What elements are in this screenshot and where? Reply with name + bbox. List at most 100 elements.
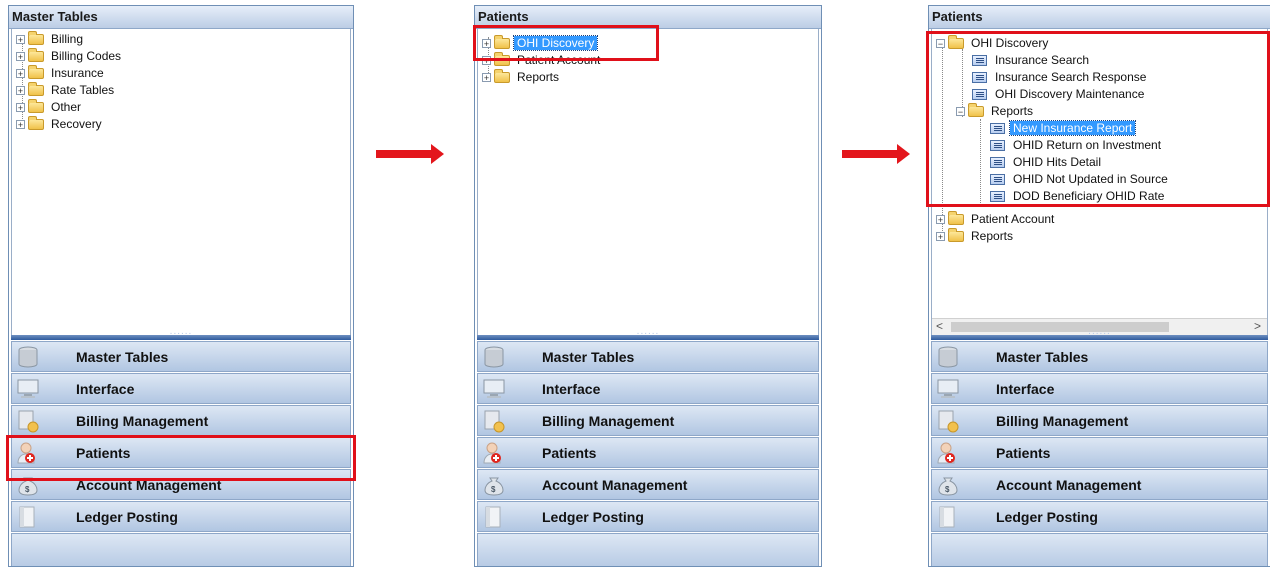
nav-label: Patients (76, 445, 131, 461)
folder-icon (968, 103, 984, 118)
nav-ledger-posting[interactable]: Ledger Posting (931, 501, 1268, 532)
nav-label: Billing Management (542, 413, 675, 429)
nav-label: Master Tables (542, 349, 635, 365)
tree-view: − OHI Discovery Insurance Search Insuranc… (931, 29, 1268, 335)
expand-icon[interactable]: + (482, 73, 491, 83)
tree-node-label: Reports (971, 229, 1014, 243)
expand-icon[interactable]: + (16, 52, 25, 62)
database-icon (938, 346, 958, 368)
splitter-handle[interactable] (11, 335, 351, 340)
money-bag-icon: $ (18, 477, 38, 496)
nav-patients[interactable]: Patients (11, 437, 351, 468)
folder-icon (948, 35, 964, 50)
tree-node-reports[interactable]: + Reports (936, 228, 1016, 245)
nav-account-management[interactable]: $ Account Management (11, 469, 351, 500)
nav-ledger-posting[interactable]: Ledger Posting (477, 501, 819, 532)
nav-label: Interface (542, 381, 601, 397)
folder-icon (28, 48, 44, 63)
billing-icon (18, 410, 39, 433)
document-icon (990, 140, 1005, 152)
panel-title: Master Tables (9, 6, 353, 29)
tree-node-label: Reports (517, 70, 560, 84)
tree-node-label: Other (51, 100, 82, 114)
tree-node-patient-account[interactable]: + Patient Account (482, 52, 603, 69)
nav-master-tables[interactable]: Master Tables (477, 341, 819, 372)
splitter-handle[interactable] (477, 335, 819, 340)
tree-node-billing-codes[interactable]: + Billing Codes (16, 48, 124, 65)
tree-node-label: Reports (991, 104, 1034, 118)
nav-label: Patients (542, 445, 597, 461)
patient-icon (483, 442, 501, 464)
tree-node-billing[interactable]: + Billing (16, 31, 86, 48)
tree-node-reports[interactable]: + Reports (482, 69, 562, 86)
expand-icon[interactable]: + (936, 232, 945, 242)
expand-icon[interactable]: + (16, 103, 25, 113)
panel-title: Patients (475, 6, 821, 29)
nav-interface[interactable]: Interface (931, 373, 1268, 404)
tree-node-new-insurance-report[interactable]: New Insurance Report (990, 120, 1137, 137)
tree-node-reports-folder[interactable]: − Reports (956, 103, 1036, 120)
tree-node-ohid-return-on-investment[interactable]: OHID Return on Investment (990, 137, 1164, 154)
folder-icon (948, 228, 964, 243)
nav-footer (477, 533, 819, 566)
tree-node-other[interactable]: + Other (16, 99, 84, 116)
nav-billing-management[interactable]: Billing Management (11, 405, 351, 436)
database-icon (18, 346, 38, 368)
nav-patients[interactable]: Patients (931, 437, 1268, 468)
ledger-icon (19, 506, 35, 528)
collapse-icon[interactable]: − (936, 39, 945, 49)
nav-ledger-posting[interactable]: Ledger Posting (11, 501, 351, 532)
tree-node-rate-tables[interactable]: + Rate Tables (16, 82, 117, 99)
collapse-icon[interactable]: − (956, 107, 965, 117)
nav-interface[interactable]: Interface (477, 373, 819, 404)
expand-icon[interactable]: + (482, 39, 491, 49)
folder-icon (494, 52, 510, 67)
document-icon (990, 157, 1005, 169)
folder-icon (28, 65, 44, 80)
tree-node-label: OHI Discovery (971, 36, 1049, 50)
scroll-left-icon[interactable]: < (936, 319, 943, 334)
tree-node-ohi-discovery-maintenance[interactable]: OHI Discovery Maintenance (972, 86, 1147, 103)
nav-interface[interactable]: Interface (11, 373, 351, 404)
tree-node-label: Insurance Search Response (995, 70, 1147, 84)
expand-icon[interactable]: + (16, 69, 25, 79)
nav-billing-management[interactable]: Billing Management (931, 405, 1268, 436)
tree-node-ohi-discovery[interactable]: − OHI Discovery (936, 35, 1051, 52)
money-bag-icon: $ (938, 477, 958, 496)
tree-node-insurance[interactable]: + Insurance (16, 65, 107, 82)
nav-label: Interface (76, 381, 135, 397)
nav-billing-management[interactable]: Billing Management (477, 405, 819, 436)
tree-node-insurance-search[interactable]: Insurance Search (972, 52, 1092, 69)
expand-icon[interactable]: + (16, 86, 25, 96)
expand-icon[interactable]: + (16, 120, 25, 130)
tree-node-label: OHID Return on Investment (1013, 138, 1162, 152)
document-icon (972, 55, 987, 67)
nav-account-management[interactable]: $ Account Management (477, 469, 819, 500)
splitter-handle[interactable] (931, 335, 1268, 340)
expand-icon[interactable]: + (936, 215, 945, 225)
tree-node-label: Recovery (51, 117, 102, 131)
expand-icon[interactable]: + (482, 56, 491, 66)
scroll-thumb[interactable] (951, 322, 1169, 332)
folder-icon (494, 69, 510, 84)
nav-label: Master Tables (996, 349, 1089, 365)
tree-node-label: Rate Tables (51, 83, 115, 97)
tree-node-ohi-discovery[interactable]: + OHI Discovery (482, 35, 599, 52)
nav-master-tables[interactable]: Master Tables (931, 341, 1268, 372)
nav-account-management[interactable]: $ Account Management (931, 469, 1268, 500)
patients-panel-expanded: Patients − OHI Discovery Insurance Search… (928, 5, 1270, 567)
folder-icon (28, 82, 44, 97)
scroll-right-icon[interactable]: > (1254, 319, 1261, 334)
expand-icon[interactable]: + (16, 35, 25, 45)
nav-master-tables[interactable]: Master Tables (11, 341, 351, 372)
tree-node-recovery[interactable]: + Recovery (16, 116, 105, 133)
nav-label: Ledger Posting (542, 509, 644, 525)
tree-node-insurance-search-response[interactable]: Insurance Search Response (972, 69, 1149, 86)
ledger-icon (485, 506, 501, 528)
tree-node-dod-beneficiary-ohid-rate[interactable]: DOD Beneficiary OHID Rate (990, 188, 1167, 205)
tree-node-patient-account[interactable]: + Patient Account (936, 211, 1057, 228)
tree-node-ohid-not-updated-in-source[interactable]: OHID Not Updated in Source (990, 171, 1171, 188)
nav-patients[interactable]: Patients (477, 437, 819, 468)
tree-node-label: Patient Account (517, 53, 601, 67)
tree-node-ohid-hits-detail[interactable]: OHID Hits Detail (990, 154, 1104, 171)
